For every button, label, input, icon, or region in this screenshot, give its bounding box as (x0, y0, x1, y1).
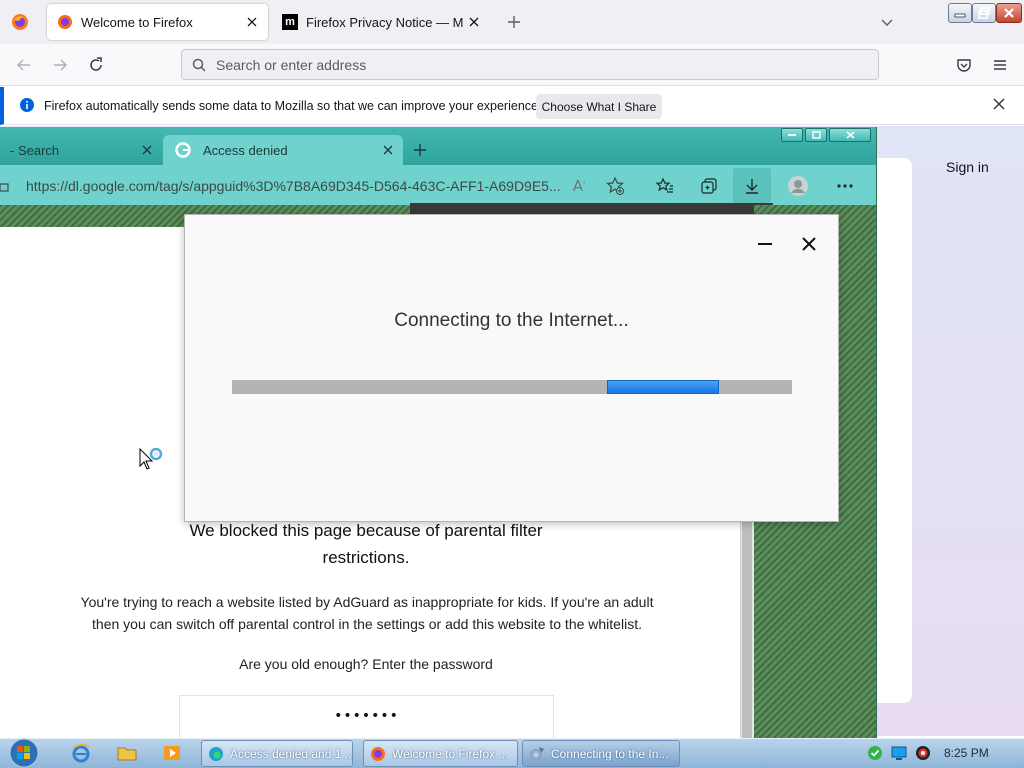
edge-tab-search[interactable]: - Search (0, 135, 160, 165)
edge-tab-access-denied[interactable]: Access denied (163, 135, 403, 165)
firefox-tab-privacy[interactable]: m Firefox Privacy Notice — Mozilla (272, 4, 484, 40)
taskbar-task-connecting[interactable]: Connecting to the In... (522, 740, 680, 767)
tray-network-icon[interactable] (891, 745, 907, 761)
tray-check-icon[interactable] (867, 745, 883, 761)
address-placeholder: Search or enter address (216, 56, 367, 73)
more-options-icon[interactable] (834, 175, 856, 197)
dialog-close-icon[interactable] (798, 234, 820, 254)
busy-cursor-icon (139, 448, 167, 472)
close-icon[interactable] (464, 12, 484, 32)
close-icon[interactable] (242, 12, 262, 32)
edge-url-field[interactable]: https://dl.google.com/tag/s/appguid%3D%7… (26, 178, 560, 194)
tab-label: Welcome to Firefox (81, 14, 193, 30)
blocked-heading: We blocked this page because of parental… (189, 521, 543, 567)
edge-minimize-button[interactable] (781, 128, 803, 142)
media-player-icon[interactable] (159, 741, 185, 765)
close-notification-icon[interactable] (991, 96, 1007, 112)
edge-icon (208, 746, 224, 762)
file-explorer-icon[interactable] (114, 741, 140, 765)
edge-maximize-button[interactable] (805, 128, 827, 142)
dialog-minimize-icon[interactable] (754, 234, 776, 254)
pocket-icon[interactable] (955, 56, 973, 74)
blocked-description: You're trying to reach a website listed … (80, 594, 654, 632)
new-tab-icon[interactable] (506, 14, 522, 30)
tray-adguard-icon[interactable] (915, 745, 931, 761)
windows-logo-icon (9, 738, 39, 768)
list-all-tabs-icon[interactable] (879, 14, 895, 30)
choose-what-i-share-button[interactable]: Choose What I Share (536, 94, 662, 119)
sign-in-link[interactable]: Sign in (946, 159, 989, 175)
tab-label: Firefox Privacy Notice — Mozilla (306, 14, 464, 30)
download-icon (743, 177, 761, 195)
back-arrow-icon[interactable] (15, 56, 33, 74)
minimize-button[interactable] (948, 3, 972, 23)
task-label: Welcome to Firefox ... (392, 746, 509, 761)
favorites-icon[interactable] (654, 175, 676, 197)
collections-icon[interactable] (698, 175, 720, 197)
tab-label: - Search (10, 142, 60, 158)
task-label: Connecting to the In... (551, 746, 669, 761)
forward-arrow-icon[interactable] (51, 56, 69, 74)
downloads-button[interactable] (733, 168, 771, 204)
add-favorite-icon[interactable] (604, 175, 626, 197)
firefox-menu-icon[interactable] (10, 12, 30, 32)
edge-close-button[interactable] (829, 128, 871, 142)
taskbar-task-firefox[interactable]: Welcome to Firefox ... (363, 740, 518, 767)
tab-label: Access denied (203, 142, 288, 158)
password-prompt: Are you old enough? Enter the password (239, 656, 493, 672)
firefox-logo-icon (57, 14, 73, 30)
reload-icon[interactable] (87, 56, 105, 74)
dialog-title: Connecting to the Internet... (394, 310, 629, 331)
mozilla-logo-icon: m (282, 14, 298, 30)
restore-button[interactable] (972, 3, 996, 23)
close-icon[interactable] (383, 145, 393, 155)
profile-avatar-icon[interactable] (787, 175, 809, 197)
info-icon (19, 97, 35, 113)
scrollbar-thumb[interactable] (742, 522, 752, 738)
firefox-address-bar[interactable]: Search or enter address (181, 49, 879, 80)
firefox-logo-icon (370, 746, 386, 762)
password-field[interactable]: ••••••• (179, 695, 554, 739)
internet-explorer-icon[interactable] (68, 741, 94, 765)
start-button[interactable] (4, 738, 44, 768)
installer-icon (529, 746, 545, 762)
google-logo-icon (175, 142, 191, 158)
lock-icon (0, 178, 10, 192)
close-icon[interactable] (142, 145, 152, 155)
close-window-button[interactable] (996, 3, 1022, 23)
system-clock[interactable]: 8:25 PM (944, 746, 989, 760)
progress-indicator (607, 380, 720, 394)
connecting-dialog (184, 214, 839, 522)
task-label: Access denied and 1 ... (230, 746, 352, 761)
hamburger-menu-icon[interactable] (991, 56, 1009, 74)
firefox-welcome-card (877, 158, 912, 703)
notification-text: Firefox automatically sends some data to… (44, 99, 542, 113)
firefox-tab-welcome[interactable]: Welcome to Firefox (47, 4, 268, 40)
read-aloud-icon[interactable]: Aʼ (568, 175, 590, 197)
search-icon (192, 58, 206, 72)
taskbar-task-edge[interactable]: Access denied and 1 ... (201, 740, 353, 767)
new-tab-icon[interactable] (412, 142, 428, 158)
